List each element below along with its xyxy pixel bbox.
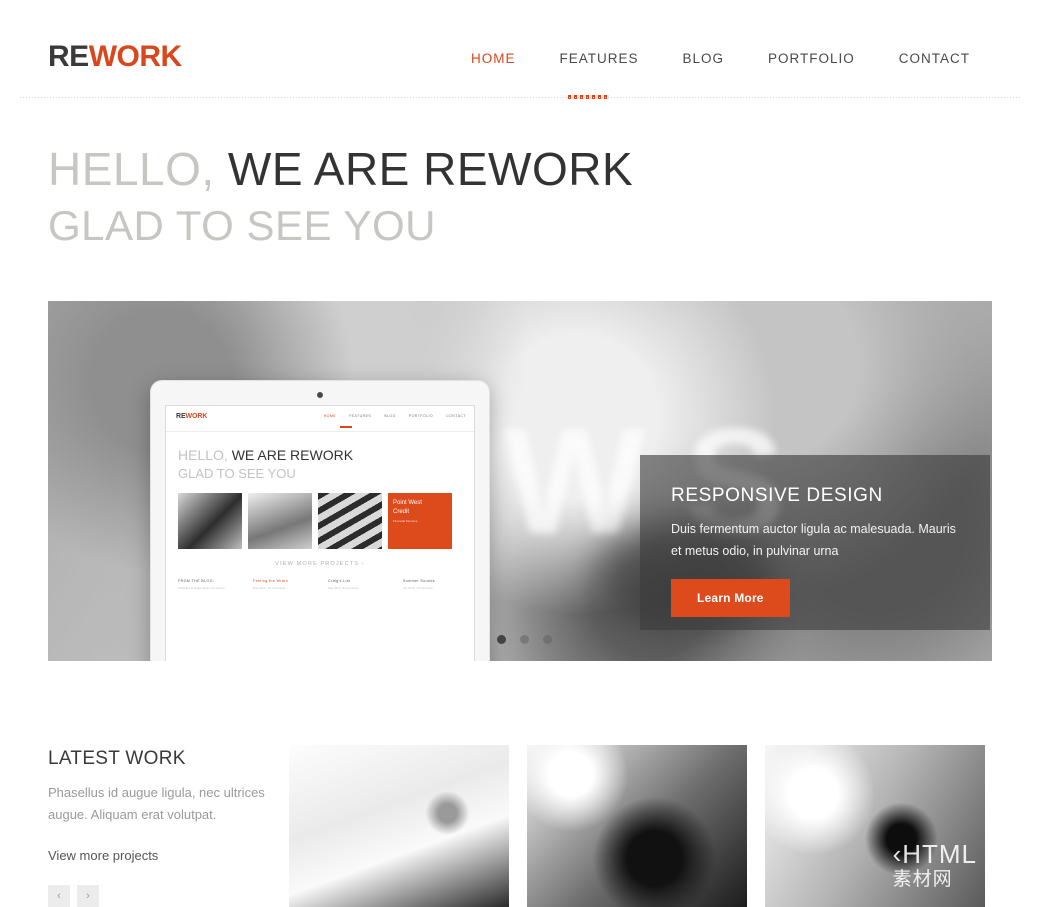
slider-dot-2[interactable] bbox=[520, 635, 529, 644]
latest-work-grid: ‹HTML 素材网 bbox=[289, 745, 985, 907]
tablet-hero-dark: WE ARE REWORK bbox=[231, 447, 354, 463]
tablet-nav-features: FEATURES bbox=[349, 414, 372, 418]
page-root: REWORK HOME FEATURES BLOG PORTFOLIO CONT… bbox=[0, 0, 1040, 907]
nav-item-portfolio[interactable]: PORTFOLIO bbox=[746, 51, 877, 66]
tablet-hero-line-1: HELLO, WE ARE REWORK bbox=[178, 446, 462, 465]
work-item-1[interactable] bbox=[289, 745, 509, 907]
hero-line-1-dark: WE ARE REWORK bbox=[227, 143, 634, 195]
tablet-blog-row: FROM THE BLOG: Phasellus id augue ligula… bbox=[166, 567, 474, 590]
tablet-logo: REWORK bbox=[176, 413, 207, 420]
nav-item-home[interactable]: HOME bbox=[449, 51, 538, 66]
tablet-blog-post-3: Summer Sounds Apr 2013 · 5 Comments bbox=[403, 579, 462, 590]
tablet-blog-heading-col: FROM THE BLOG: Phasellus id augue ligula… bbox=[178, 579, 237, 590]
tablet-nav-marker bbox=[340, 426, 352, 428]
tablet-camera-icon bbox=[317, 392, 323, 398]
tablet-nav-contact: CONTACT bbox=[446, 414, 466, 418]
tablet-mockup: REWORK HOME FEATURES BLOG PORTFOLIO CONT… bbox=[150, 380, 490, 661]
tablet-thumb-3 bbox=[318, 493, 382, 549]
tablet-logo-part-1: RE bbox=[176, 413, 186, 420]
tablet-blog-post-3-title: Summer Sounds bbox=[403, 579, 435, 583]
tablet-screen: REWORK HOME FEATURES BLOG PORTFOLIO CONT… bbox=[165, 405, 475, 661]
tablet-nav-blog: BLOG bbox=[384, 414, 396, 418]
hero-line-1: HELLO, WE ARE REWORK bbox=[48, 140, 633, 198]
tablet-blog-post-1: Feeling the Wrath May 2013 · 12 Comments bbox=[253, 579, 312, 590]
tablet-blog-post-3-meta: Apr 2013 · 5 Comments bbox=[403, 586, 433, 590]
latest-work-title: LATEST WORK bbox=[48, 748, 186, 769]
logo-part-1: RE bbox=[48, 40, 89, 73]
slider-caption-text: Duis fermentum auctor ligula ac malesuad… bbox=[671, 522, 956, 558]
main-navigation: HOME FEATURES BLOG PORTFOLIO CONTACT bbox=[449, 51, 992, 66]
watermark-text: ‹HTML bbox=[892, 839, 977, 869]
view-more-projects-link[interactable]: View more projects bbox=[48, 848, 283, 863]
tablet-thumb-label: Point West Credit bbox=[393, 499, 422, 517]
logo-part-2: WORK bbox=[88, 40, 182, 73]
tablet-thumb-2 bbox=[248, 493, 312, 549]
tablet-thumb-label-line1: Point West bbox=[393, 500, 422, 506]
nav-item-contact[interactable]: CONTACT bbox=[877, 51, 992, 66]
tablet-blog-post-2-meta: May 2013 · 8 Comments bbox=[328, 586, 359, 590]
tablet-header: REWORK HOME FEATURES BLOG PORTFOLIO CONT… bbox=[166, 406, 474, 432]
chevron-left-icon[interactable]: ‹ bbox=[48, 885, 70, 907]
hero-headings: HELLO, WE ARE REWORK GLAD TO SEE YOU bbox=[48, 140, 633, 254]
tablet-blog-heading-sub: Phasellus id augue ligula, nec ultrices bbox=[178, 586, 225, 590]
tablet-thumb-1 bbox=[178, 493, 242, 549]
work-item-3[interactable]: ‹HTML 素材网 bbox=[765, 745, 985, 907]
work-item-2[interactable] bbox=[527, 745, 747, 907]
slider-pagination bbox=[497, 635, 552, 644]
watermark-sub: 素材网 bbox=[892, 869, 953, 890]
tablet-thumb-sublabel: Financial Services bbox=[393, 519, 418, 523]
learn-more-button[interactable]: Learn More bbox=[671, 579, 790, 617]
tablet-blog-post-1-meta: May 2013 · 12 Comments bbox=[253, 586, 286, 590]
tablet-hero-line-2: GLAD TO SEE YOU bbox=[178, 466, 296, 481]
tablet-blog-post-2-title: Craig's List bbox=[328, 579, 351, 583]
tablet-logo-part-2: WORK bbox=[185, 413, 208, 420]
tablet-blog-heading: FROM THE BLOG: bbox=[178, 579, 215, 583]
nav-item-features[interactable]: FEATURES bbox=[537, 51, 660, 66]
header-divider bbox=[20, 97, 1020, 98]
tablet-nav-home: HOME bbox=[323, 414, 337, 418]
tablet-thumbnail-row: Point West Credit Financial Services bbox=[166, 483, 474, 549]
latest-work-section: LATEST WORK Phasellus id augue ligula, n… bbox=[48, 748, 283, 907]
watermark-badge: ‹HTML 素材网 bbox=[893, 841, 977, 893]
tablet-navigation: HOME FEATURES BLOG PORTFOLIO CONTACT bbox=[324, 414, 466, 418]
chevron-right-icon[interactable]: › bbox=[77, 885, 99, 907]
tablet-nav-portfolio: PORTFOLIO bbox=[408, 414, 434, 418]
hero-line-2: GLAD TO SEE YOU bbox=[48, 202, 436, 249]
tablet-thumb-4: Point West Credit Financial Services bbox=[388, 493, 452, 549]
site-header: REWORK HOME FEATURES BLOG PORTFOLIO CONT… bbox=[0, 0, 1040, 99]
latest-work-description: Phasellus id augue ligula, nec ultrices … bbox=[48, 785, 265, 822]
tablet-thumb-label-line2: Credit bbox=[393, 509, 410, 515]
site-logo[interactable]: REWORK bbox=[48, 40, 182, 74]
hero-line-1-light: HELLO, bbox=[48, 143, 215, 195]
tablet-view-more-link: VIEW MORE PROJECTS › bbox=[275, 561, 365, 567]
slider-caption-title: RESPONSIVE DESIGN bbox=[671, 485, 883, 506]
slider-dot-3[interactable] bbox=[543, 635, 552, 644]
latest-work-arrows: ‹ › bbox=[48, 885, 283, 907]
slider-caption: RESPONSIVE DESIGN Duis fermentum auctor … bbox=[640, 455, 990, 630]
tablet-hero-light: HELLO, bbox=[178, 447, 228, 463]
tablet-blog-post-2: Craig's List May 2013 · 8 Comments bbox=[328, 579, 387, 590]
nav-item-blog[interactable]: BLOG bbox=[660, 51, 746, 66]
tablet-blog-post-1-title: Feeling the Wrath bbox=[253, 579, 289, 583]
slider-dot-1[interactable] bbox=[497, 635, 506, 644]
tablet-hero: HELLO, WE ARE REWORK GLAD TO SEE YOU bbox=[166, 432, 474, 483]
